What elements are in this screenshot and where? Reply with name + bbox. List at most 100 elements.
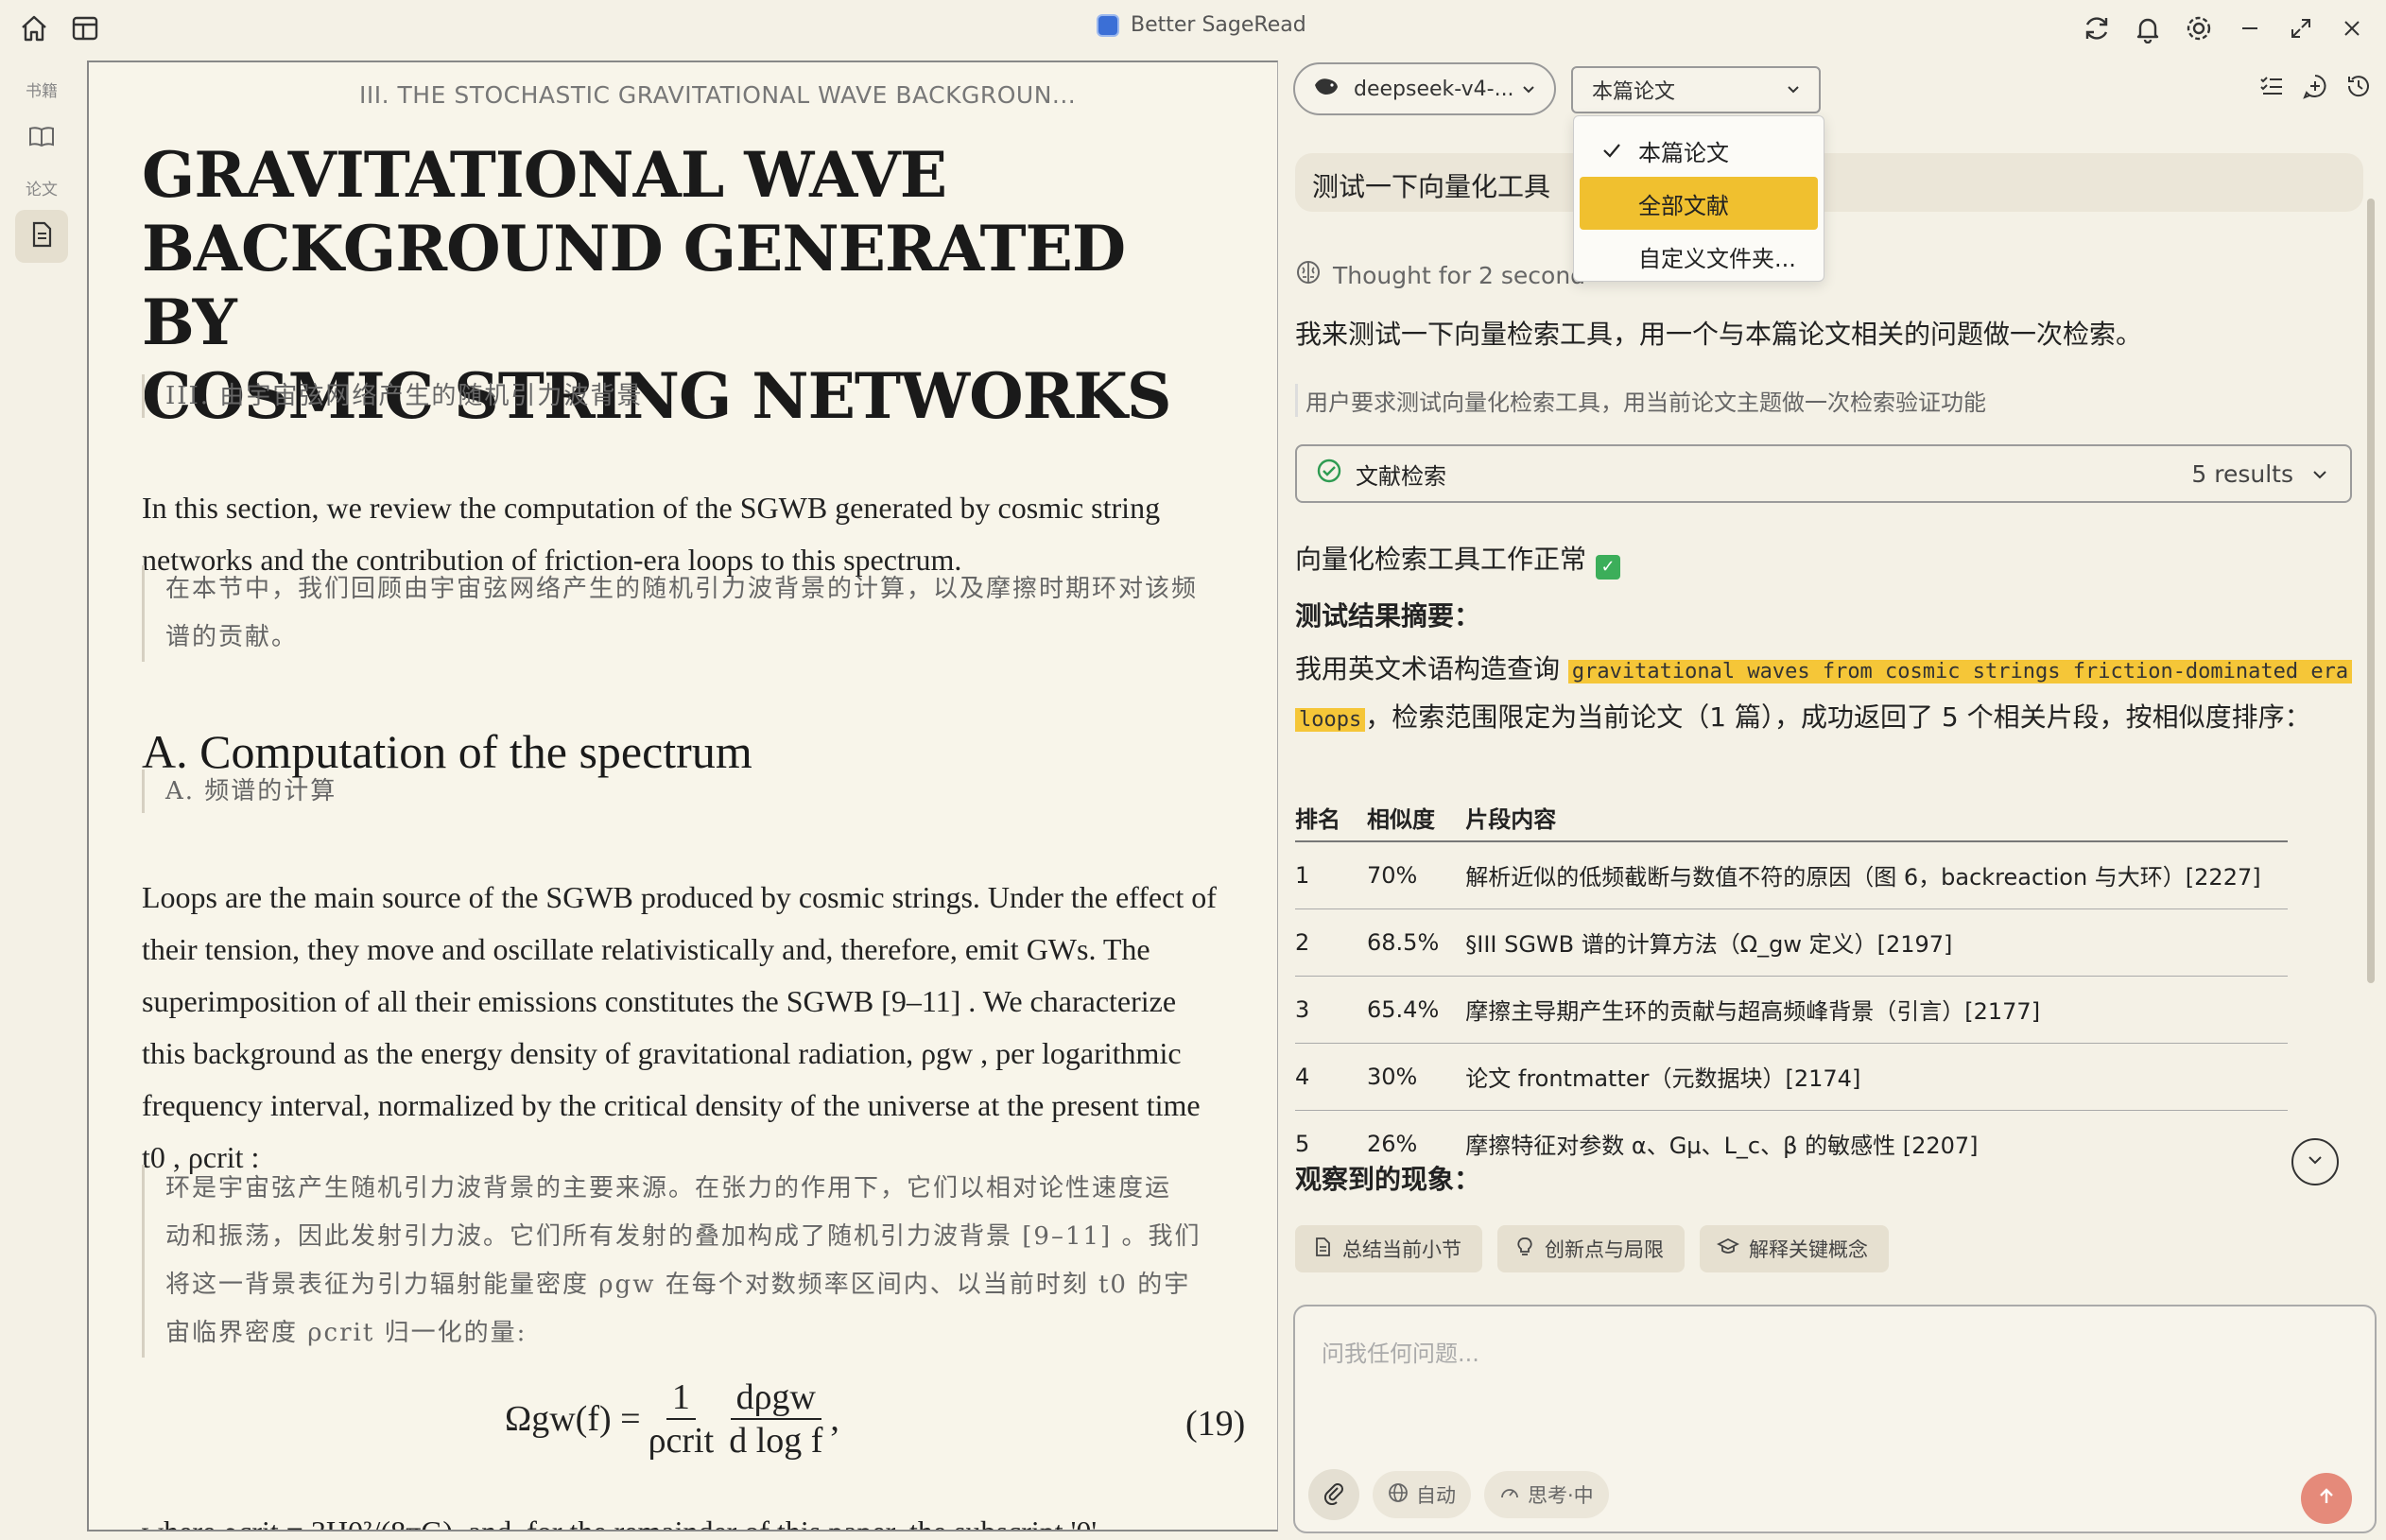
summarize-section-chip[interactable]: 总结当前小节 [1295,1225,1482,1272]
table-row: 3 65.4% 摩擦主导期产生环的贡献与超高频峰背景（引言）[2177] [1295,976,2288,1044]
query-paragraph: 我用英文术语构造查询 gravitational waves from cosm… [1295,647,2363,743]
innovation-limits-chip[interactable]: 创新点与局限 [1497,1225,1685,1272]
title-line: GRAVITATIONAL WAVE [142,138,947,212]
option-label: 自定义文件夹... [1638,245,1796,272]
query-prefix: 我用英文术语构造查询 [1295,653,1561,684]
cell-snippet: §III SGWB 谱的计算方法（Ω_gw 定义）[2197] [1465,908,2288,977]
user-message: 测试一下向量化工具 [1295,153,2363,212]
fraction-denominator: d log f [729,1421,823,1461]
fraction-numerator: dρgw [730,1376,821,1420]
brain-icon [1295,259,1322,291]
paper-reader[interactable]: III. THE STOCHASTIC GRAVITATIONAL WAVE B… [87,61,1278,1531]
auto-mode-button[interactable]: 自动 [1373,1471,1471,1518]
text-line: superimposition of all their emissions c… [142,984,1177,1018]
title-translation: III. 由宇宙弦网络产生的随机引力波背景 [142,374,643,418]
deepseek-whale-icon [1312,74,1340,104]
chat-panel: deepseek-v4-... 本篇论文 测试一下向量化工具 Thought f… [1278,57,2386,1540]
close-icon[interactable] [2333,9,2371,47]
text-line: In this section, we review the computati… [142,491,1161,525]
scope-option-this-paper[interactable]: 本篇论文 [1580,124,1818,177]
send-button[interactable] [2301,1473,2352,1524]
chevron-down-icon [2310,463,2329,490]
fraction-denominator: ρcrit [648,1421,715,1461]
cell-snippet: 摩擦主导期产生环的贡献与超高频峰背景（引言）[2177] [1465,976,2288,1044]
checklist-icon[interactable] [2257,72,2286,104]
scope-selector[interactable]: 本篇论文 [1571,66,1821,113]
text-line: 谱的贡献。 [165,623,299,651]
input-placeholder: 问我任何问题... [1322,1341,1479,1367]
home-icon[interactable] [17,11,51,45]
gear-icon[interactable] [2180,9,2218,47]
sidebar-label-books: 书籍 [26,82,58,101]
chat-scrollbar[interactable] [2367,199,2375,983]
paperclip-icon [1322,1480,1346,1509]
fraction: 1 ρcrit [648,1376,715,1462]
window-title: Better SageRead [1097,13,1306,37]
cell-similarity: 30% [1367,1043,1466,1111]
quick-actions: 总结当前小节 创新点与局限 解释关键概念 [1295,1225,1889,1272]
maximize-icon[interactable] [2282,9,2320,47]
chip-label: 解释关键概念 [1749,1238,1868,1261]
running-head: III. THE STOCHASTIC GRAVITATIONAL WAVE B… [359,81,1077,109]
query-code: gravitational waves from cosmic strings … [1567,660,2353,683]
thinking-mode-button[interactable]: 思考·中 [1484,1471,1609,1518]
tool-call-card[interactable]: 文献检索 5 results [1295,444,2352,503]
query-suffix: ，检索范围限定为当前论文（1 篇），成功返回了 5 个相关片段，按相似度排序： [1365,701,2311,733]
equation-lhs: Ωgw(f) = [505,1399,641,1439]
table-row: 1 70% 解析近似的低频截断与数值不符的原因（图 6，backreaction… [1295,841,2288,909]
status-line: 向量化检索工具工作正常 ✓ [1295,539,1621,580]
minimize-icon[interactable] [2231,9,2269,47]
chevron-down-icon [1520,79,1537,103]
arrow-up-icon [2315,1485,2338,1512]
cell-snippet: 论文 frontmatter（元数据块）[2174] [1465,1043,2288,1111]
chip-label: 总结当前小节 [1342,1238,1461,1261]
text-line: 宙临界密度 ρcrit 归一化的量: [165,1319,527,1347]
cell-snippet: 摩擦特征对参数 α、Gμ、L_c、β 的敏感性 [2207] [1465,1133,1979,1160]
assistant-intro: 我来测试一下向量检索工具，用一个与本篇论文相关的问题做一次检索。 [1295,319,2143,350]
check-circle-icon [1316,458,1342,490]
table-row: 4 30% 论文 frontmatter（元数据块）[2174] [1295,1043,2288,1111]
scope-option-all-literature[interactable]: 全部文献 [1580,177,1818,230]
option-label: 本篇论文 [1638,139,1729,166]
equation-number: (19) [1185,1404,1246,1444]
tool-name: 文献检索 [1356,462,1446,490]
column-header: 相似度 [1367,794,1466,842]
table-row: 2 68.5% §III SGWB 谱的计算方法（Ω_gw 定义）[2197] [1295,908,2288,977]
attach-button[interactable] [1308,1469,1359,1520]
auto-mode-label: 自动 [1416,1484,1456,1507]
text-line: their tension, they move and oscillate r… [142,932,1150,966]
model-selector[interactable]: deepseek-v4-... [1293,62,1556,115]
scope-dropdown-menu: 本篇论文 全部文献 自定义文件夹... [1573,115,1824,282]
fraction-numerator: 1 [666,1376,696,1420]
lightbulb-icon [1514,1237,1535,1262]
section-translation: A. 频谱的计算 [142,770,337,813]
equation-19: Ωgw(f) = 1 ρcrit dρgw d log f , [505,1376,839,1462]
cell-similarity: 70% [1367,841,1466,909]
sidebar-item-books[interactable] [15,112,68,164]
sync-icon[interactable] [2078,9,2116,47]
cell-similarity: 68.5% [1367,908,1466,977]
bell-icon[interactable] [2129,9,2167,47]
title-line: BACKGROUND GENERATED BY [142,212,1126,359]
table-header-row: 排名 相似度 片段内容 [1295,794,2288,842]
history-icon[interactable] [2344,72,2373,104]
intro-translation: 在本节中，我们回顾由宇宙弦网络产生的随机引力波背景的计算，以及摩擦时期环对该频 … [142,565,1198,662]
reasoning-text: 用户要求测试向量化检索工具，用当前论文主题做一次检索验证功能 [1295,384,1986,417]
scope-option-custom-folder[interactable]: 自定义文件夹... [1580,230,1818,283]
thinking-mode-label: 思考·中 [1528,1484,1594,1507]
graduation-cap-icon [1716,1237,1740,1262]
explain-concepts-chip[interactable]: 解释关键概念 [1700,1225,1889,1272]
cell-snippet: 解析近似的低频截断与数值不符的原因（图 6，backreaction 与大环）[… [1465,841,2288,909]
title-bar: Better SageRead [0,0,2386,57]
cell-rank: 3 [1295,976,1367,1044]
thought-indicator[interactable]: Thought for 2 second [1295,259,1585,291]
option-label: 全部文献 [1638,192,1729,219]
layout-icon[interactable] [68,11,102,45]
chevron-down-icon [2306,1151,2325,1173]
text-line: 动和振荡，因此发射引力波。它们所有发射的叠加构成了随机引力波背景 [9–11] … [165,1222,1202,1251]
sidebar-item-papers[interactable] [15,210,68,263]
text-line: 环是宇宙弦产生随机引力波背景的主要来源。在张力的作用下，它们以相对论性速度运 [165,1174,1172,1203]
scroll-down-button[interactable] [2291,1138,2339,1185]
new-chat-icon[interactable] [2301,72,2329,104]
chat-input[interactable]: 问我任何问题... 自动 思考·中 [1293,1305,2377,1533]
